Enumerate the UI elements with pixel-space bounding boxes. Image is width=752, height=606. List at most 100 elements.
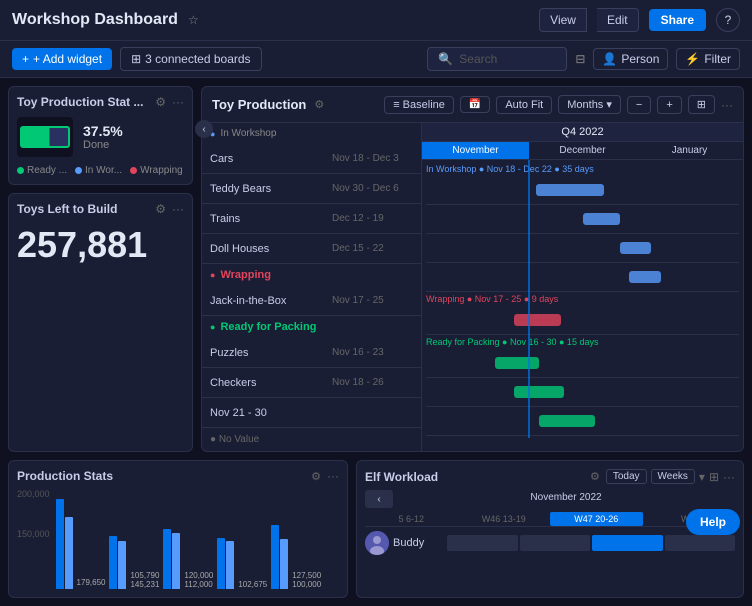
task-date-puzzles: Nov 16 - 23 <box>332 347 388 358</box>
wrapping-label: Wrapping <box>140 165 183 176</box>
bar-val-127: 127,500100,000 <box>292 571 321 589</box>
bar-5a <box>271 525 279 589</box>
share-button[interactable]: Share <box>649 9 706 31</box>
toys-left-title: Toys Left to Build <box>17 202 149 216</box>
weeks-button[interactable]: Weeks <box>651 469 695 484</box>
help-button[interactable]: Help <box>686 509 740 535</box>
elf-scroll-left[interactable]: ‹ <box>365 490 393 508</box>
gantt-menu-icon[interactable]: ··· <box>721 98 733 112</box>
task-name-checkers: Checkers <box>202 377 332 389</box>
star-icon[interactable]: ☆ <box>188 13 199 27</box>
wrapping-dot <box>130 167 137 174</box>
buddy-cell-4 <box>665 535 736 551</box>
elf-workload-widget: Elf Workload ⚙ Today Weeks ▾ ⊞ ··· ‹ Nov… <box>356 460 744 598</box>
gantt-filter-icon[interactable]: ⚙ <box>314 98 324 111</box>
prod-stats-menu-icon[interactable]: ··· <box>327 469 339 483</box>
auto-fit-button[interactable]: Auto Fit <box>496 96 552 114</box>
elf-filter-icon[interactable]: ⚙ <box>590 470 600 483</box>
toys-left-menu-icon[interactable]: ··· <box>172 202 184 216</box>
buddy-cells <box>447 535 735 551</box>
bar-val-179: 179,650 <box>77 578 106 589</box>
bar-group-3 <box>163 529 180 589</box>
buddy-name: Buddy <box>393 537 443 549</box>
workshop-banner: In Workshop ● Nov 18 - Dec 22 ● 35 days <box>426 162 739 176</box>
buddy-cell-1 <box>447 535 518 551</box>
search-box[interactable]: 🔍 Search <box>427 47 567 71</box>
connected-boards-label: 3 connected boards <box>145 52 250 66</box>
bar-1b <box>65 517 73 589</box>
puzzles-gantt-bar <box>495 357 539 369</box>
chevron-down-icon[interactable]: ▾ <box>699 470 705 484</box>
prod-stats-chart: 200,000 150,000 179,650 <box>17 489 339 589</box>
task-date-checkers: Nov 18 - 26 <box>332 377 388 388</box>
elf-week-w46: W46 13-19 <box>458 512 551 526</box>
expand-button[interactable]: ⊞ <box>688 95 715 114</box>
edit-button[interactable]: Edit <box>597 8 639 32</box>
timeline-bars: In Workshop ● Nov 18 - Dec 22 ● 35 days <box>422 160 743 438</box>
task-name-trains: Trains <box>202 213 332 225</box>
gantt-timeline: Q4 2022 November December January In Wor… <box>422 123 743 451</box>
task-row-jackbox: Jack-in-the-Box Nov 17 - 25 <box>202 286 421 316</box>
toy-stat-menu-icon[interactable]: ··· <box>172 95 184 109</box>
month-december: December <box>529 142 636 159</box>
bar-groups: 179,650 105,790145,231 120,000112,000 <box>56 489 339 589</box>
calendar-icon-btn[interactable]: 📅 <box>460 96 490 113</box>
toys-left-filter-icon[interactable]: ⚙ <box>155 202 166 216</box>
checkers-bar-row <box>426 378 739 407</box>
elf-week-headers: 5 6-12 W46 13-19 W47 20-26 W... <box>365 512 735 527</box>
zoom-out-button[interactable]: − <box>627 96 651 114</box>
cars-gantt-bar <box>536 184 605 196</box>
filter-widget-icon[interactable]: ⚙ <box>155 95 166 109</box>
gantt-title: Toy Production <box>212 97 306 112</box>
nov21-bar-row <box>426 407 739 436</box>
timeline-months: November December January <box>422 142 743 160</box>
task-row-puzzles: Puzzles Nov 16 - 23 <box>202 338 421 368</box>
buddy-cell-2 <box>520 535 591 551</box>
person-icon: 👤 <box>602 52 617 66</box>
bar-2b <box>118 541 126 589</box>
connected-boards-button[interactable]: ⊞ 3 connected boards <box>120 47 261 71</box>
plus-icon: + <box>22 52 29 66</box>
trains-gantt-bar <box>620 242 651 254</box>
checkers-gantt-bar <box>514 386 564 398</box>
ready-packing-dot: ● <box>210 322 215 332</box>
bar-val-102: 102,675 <box>238 580 267 589</box>
today-button[interactable]: Today <box>606 469 647 484</box>
task-name-cars: Cars <box>202 153 332 165</box>
task-date-cars: Nov 18 - Dec 3 <box>332 153 403 164</box>
cars-bar-row <box>426 176 739 205</box>
in-workshop-group-header: ● In Workshop <box>202 123 421 144</box>
bottom-section: Production Stats ⚙ ··· 200,000 150,000 <box>0 460 752 606</box>
task-row-cars: Cars Nov 18 - Dec 3 <box>202 144 421 174</box>
task-row-checkers: Checkers Nov 18 - 26 <box>202 368 421 398</box>
bar-val-120: 120,000112,000 <box>184 571 213 589</box>
buddy-cell-3 <box>592 535 663 551</box>
wrapping-group-dot: ● <box>210 270 215 280</box>
month-november: November <box>422 142 529 159</box>
zoom-in-button[interactable]: + <box>657 96 681 114</box>
bar-2a <box>109 536 117 589</box>
production-stats-widget: Production Stats ⚙ ··· 200,000 150,000 <box>8 460 348 598</box>
bar-val-105: 105,790145,231 <box>130 571 159 589</box>
task-name-dollhouses: Doll Houses <box>202 243 332 255</box>
dollhouses-gantt-bar <box>629 271 660 283</box>
task-date-dollhouses: Dec 15 - 22 <box>332 243 388 254</box>
person-filter-button[interactable]: 👤 Person <box>593 48 668 70</box>
bar-1a <box>56 499 64 589</box>
jackbox-bar-row <box>426 306 739 335</box>
ready-dot <box>17 167 24 174</box>
help-icon-button[interactable]: ? <box>716 8 740 32</box>
baseline-button[interactable]: ≡ Baseline <box>384 96 454 114</box>
trains-bar-row <box>426 234 739 263</box>
task-date-teddybears: Nov 30 - Dec 6 <box>332 183 403 194</box>
elf-export-icon[interactable]: ⊞ <box>709 470 719 484</box>
task-row-teddybears: Teddy Bears Nov 30 - Dec 6 <box>202 174 421 204</box>
add-widget-button[interactable]: + + Add widget <box>12 48 112 70</box>
today-line <box>528 160 530 438</box>
elf-menu-icon[interactable]: ··· <box>723 470 735 484</box>
view-button[interactable]: View <box>539 8 587 32</box>
months-dropdown[interactable]: Months ▾ <box>558 95 621 114</box>
toys-left-widget: Toys Left to Build ⚙ ··· 257,881 <box>8 193 193 452</box>
prod-stats-filter-icon[interactable]: ⚙ <box>311 470 321 483</box>
filter-button[interactable]: ⚡ Filter <box>676 48 740 70</box>
